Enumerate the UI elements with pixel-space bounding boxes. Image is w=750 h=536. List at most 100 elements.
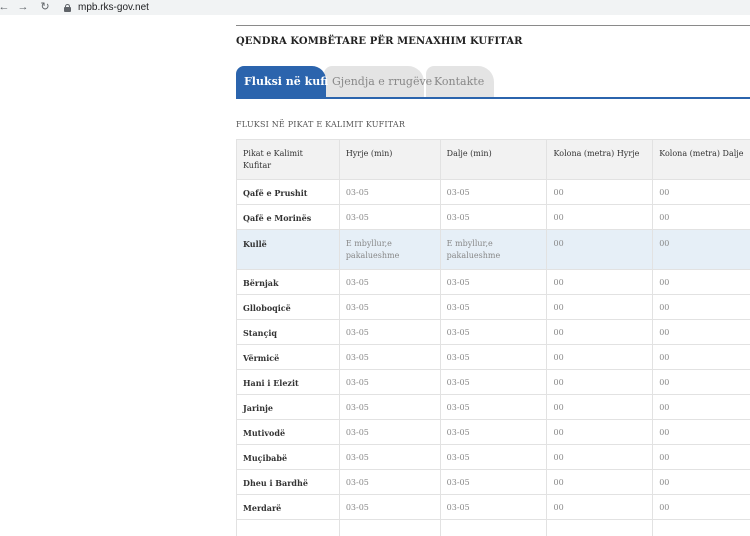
exit-queue: 00 xyxy=(652,419,750,445)
exit-wait: 03-05 xyxy=(439,469,548,495)
entry-wait: E mbyllur,e pakalueshme xyxy=(338,229,441,270)
exit-wait: 03-05 xyxy=(439,494,548,520)
exit-wait: E mbyllur,e pakalueshme xyxy=(439,229,548,270)
crossing-name: Mutivodë xyxy=(236,419,340,445)
table-row: Kullë E mbyllur,e pakalueshme E mbyllur,… xyxy=(236,229,750,270)
entry-queue: 00 xyxy=(546,369,654,395)
column-header: Kolona (metra) Hyrje xyxy=(546,139,654,180)
tab-kontakte[interactable]: Kontakte xyxy=(426,66,494,98)
empty-cell xyxy=(439,519,548,536)
exit-queue: 00 xyxy=(652,229,750,270)
entry-queue: 00 xyxy=(546,444,654,470)
border-flux-table: Pikat e Kalimit Kufitar Hyrje (min) Dalj… xyxy=(236,139,750,536)
entry-wait: 03-05 xyxy=(338,394,441,420)
exit-wait: 03-05 xyxy=(439,394,548,420)
forward-arrow-icon[interactable]: → xyxy=(16,0,30,15)
header-divider xyxy=(236,25,750,26)
entry-queue: 00 xyxy=(546,179,654,205)
column-header: Pikat e Kalimit Kufitar xyxy=(236,139,340,180)
crossing-name: Merdarë xyxy=(236,494,340,520)
table-row: Hani i Elezit 03-05 03-05 00 00 xyxy=(236,369,750,395)
exit-queue: 00 xyxy=(652,444,750,470)
exit-wait: 03-05 xyxy=(439,444,548,470)
exit-queue: 00 xyxy=(652,294,750,320)
table-row: Stançiq 03-05 03-05 00 00 xyxy=(236,319,750,345)
entry-queue: 00 xyxy=(546,344,654,370)
empty-cell xyxy=(338,519,441,536)
empty-cell xyxy=(546,519,654,536)
entry-queue: 00 xyxy=(546,469,654,495)
entry-wait: 03-05 xyxy=(338,269,441,295)
crossing-name: Stançiq xyxy=(236,319,340,345)
tab-underline xyxy=(236,97,750,99)
table-header-row: Pikat e Kalimit Kufitar Hyrje (min) Dalj… xyxy=(236,139,750,180)
exit-wait: 03-05 xyxy=(439,419,548,445)
column-header: Dalje (min) xyxy=(439,139,548,180)
entry-queue: 00 xyxy=(546,294,654,320)
entry-queue: 00 xyxy=(546,269,654,295)
empty-cell xyxy=(652,519,750,536)
page-title: QENDRA KOMBËTARE PËR MENAXHIM KUFITAR xyxy=(236,36,523,47)
exit-queue: 00 xyxy=(652,494,750,520)
empty-cell xyxy=(236,519,340,536)
crossing-name: Bërnjak xyxy=(236,269,340,295)
crossing-name: Qafë e Prushit xyxy=(236,179,340,205)
table-row-empty xyxy=(236,519,750,536)
tab-fluksi-ne-kufi[interactable]: Fluksi në kufi xyxy=(236,66,328,98)
table-row: Dheu i Bardhë 03-05 03-05 00 00 xyxy=(236,469,750,495)
entry-wait: 03-05 xyxy=(338,494,441,520)
entry-wait: 03-05 xyxy=(338,469,441,495)
table-row: Mutivodë 03-05 03-05 00 00 xyxy=(236,419,750,445)
exit-queue: 00 xyxy=(652,369,750,395)
entry-wait: 03-05 xyxy=(338,179,441,205)
exit-queue: 00 xyxy=(652,204,750,230)
address-bar-url[interactable]: mpb.rks-gov.net xyxy=(78,2,149,13)
lock-icon[interactable] xyxy=(64,3,71,12)
exit-wait: 03-05 xyxy=(439,369,548,395)
exit-queue: 00 xyxy=(652,319,750,345)
exit-wait: 03-05 xyxy=(439,294,548,320)
exit-queue: 00 xyxy=(652,179,750,205)
tab-gjendja-e-rrugeve[interactable]: Gjendja e rrugëve xyxy=(324,66,432,98)
browser-toolbar: ← → ↻ mpb.rks-gov.net xyxy=(0,0,750,15)
exit-wait: 03-05 xyxy=(439,319,548,345)
entry-queue: 00 xyxy=(546,419,654,445)
table-row: Bërnjak 03-05 03-05 00 00 xyxy=(236,269,750,295)
reload-icon[interactable]: ↻ xyxy=(38,0,52,15)
exit-queue: 00 xyxy=(652,394,750,420)
entry-queue: 00 xyxy=(546,394,654,420)
entry-queue: 00 xyxy=(546,204,654,230)
column-header: Kolona (metra) Dalje xyxy=(652,139,750,180)
entry-queue: 00 xyxy=(546,229,654,270)
exit-wait: 03-05 xyxy=(439,179,548,205)
crossing-name: Vërmicë xyxy=(236,344,340,370)
section-title: FLUKSI NË PIKAT E KALIMIT KUFITAR xyxy=(236,120,406,129)
column-header: Hyrje (min) xyxy=(338,139,441,180)
back-arrow-icon[interactable]: ← xyxy=(0,0,11,15)
exit-wait: 03-05 xyxy=(439,344,548,370)
crossing-name: Glloboqicë xyxy=(236,294,340,320)
crossing-name: Muçibabë xyxy=(236,444,340,470)
entry-queue: 00 xyxy=(546,319,654,345)
exit-wait: 03-05 xyxy=(439,204,548,230)
entry-wait: 03-05 xyxy=(338,419,441,445)
tab-bar: Kontakte Gjendja e rrugëve Fluksi në kuf… xyxy=(236,66,750,98)
exit-wait: 03-05 xyxy=(439,269,548,295)
table-row: Merdarë 03-05 03-05 00 00 xyxy=(236,494,750,520)
exit-queue: 00 xyxy=(652,469,750,495)
crossing-name: Qafë e Morinës xyxy=(236,204,340,230)
crossing-name: Kullë xyxy=(236,229,340,270)
entry-queue: 00 xyxy=(546,494,654,520)
entry-wait: 03-05 xyxy=(338,319,441,345)
crossing-name: Hani i Elezit xyxy=(236,369,340,395)
table-row: Qafë e Morinës 03-05 03-05 00 00 xyxy=(236,204,750,230)
entry-wait: 03-05 xyxy=(338,369,441,395)
crossing-name: Jarinje xyxy=(236,394,340,420)
table-row: Qafë e Prushit 03-05 03-05 00 00 xyxy=(236,179,750,205)
exit-queue: 00 xyxy=(652,269,750,295)
table-row: Glloboqicë 03-05 03-05 00 00 xyxy=(236,294,750,320)
exit-queue: 00 xyxy=(652,344,750,370)
crossing-name: Dheu i Bardhë xyxy=(236,469,340,495)
entry-wait: 03-05 xyxy=(338,294,441,320)
table-row: Jarinje 03-05 03-05 00 00 xyxy=(236,394,750,420)
